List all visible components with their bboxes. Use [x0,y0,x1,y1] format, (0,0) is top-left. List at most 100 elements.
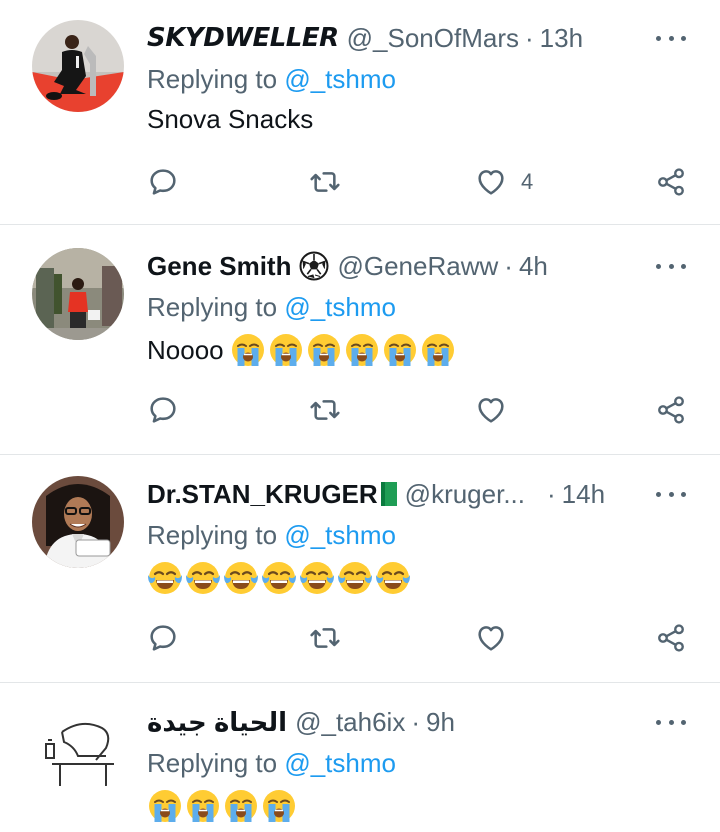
tears-of-joy-face-icon [223,560,259,596]
tweet-text: Noooo [147,332,456,368]
retweet-button[interactable] [309,160,341,204]
mention-link[interactable]: @_tshmo [284,292,396,322]
reply-icon [147,166,179,198]
divider [0,454,720,455]
more-icon[interactable] [656,710,686,734]
flag-icon [380,482,397,506]
tweet-text: Snova Snacks [147,104,313,135]
like-button[interactable]: 4 [475,160,533,204]
loudly-crying-face-icon [268,332,304,368]
tweet-header: الحياة جيدة @_tah6ix · 9h [147,700,455,744]
avatar[interactable] [32,20,124,112]
mention-link[interactable]: @_tshmo [284,520,396,550]
reply-tweet[interactable]: الحياة جيدة @_tah6ix · 9h Replying to @_… [0,684,720,832]
loudly-crying-face-icon [382,332,418,368]
loudly-crying-face-icon [344,332,380,368]
reply-button[interactable] [147,160,179,204]
timestamp[interactable]: 14h [562,479,605,510]
separator-dot: · [524,22,534,53]
tears-of-joy-face-icon [261,560,297,596]
retweet-button[interactable] [309,388,341,432]
tears-of-joy-face-icon [185,560,221,596]
user-handle[interactable]: @_tah6ix [295,707,405,738]
timestamp[interactable]: 9h [426,707,455,738]
like-icon [475,394,507,426]
user-handle[interactable]: @kruger... [405,479,525,510]
retweet-icon [309,394,341,426]
retweet-icon [309,622,341,654]
like-button[interactable] [475,388,507,432]
avatar[interactable] [32,248,124,340]
reply-icon [147,622,179,654]
mention-link[interactable]: @_tshmo [284,748,396,778]
mention-link[interactable]: @_tshmo [284,64,396,94]
soccer-ball-icon [299,251,329,281]
tears-of-joy-face-icon [375,560,411,596]
like-icon [475,166,507,198]
tears-of-joy-face-icon [147,560,183,596]
tweet-body-text: Snova Snacks [147,104,314,134]
separator-dot: · [504,250,513,281]
share-icon [655,394,687,426]
divider [0,682,720,683]
tweet-header: SKYDWELLER @_SonOfMars · 13h [147,16,583,60]
reply-button[interactable] [147,388,179,432]
timestamp[interactable]: 13h [540,23,583,54]
reply-button[interactable] [147,616,179,660]
replying-label: Replying to [147,292,278,322]
share-button[interactable] [655,388,687,432]
like-icon [475,622,507,654]
avatar[interactable] [32,476,124,568]
avatar[interactable] [32,704,124,796]
replying-label: Replying to [147,748,278,778]
display-name[interactable]: الحياة جيدة [147,707,287,738]
replying-to: Replying to @_tshmo [147,520,396,551]
timestamp[interactable]: 4h [519,251,548,282]
tweet-text [147,560,411,596]
separator-dot: · [411,706,420,737]
loudly-crying-face-icon [261,788,297,824]
user-handle[interactable]: @GeneRaww [337,251,498,282]
reply-feed: SKYDWELLER @_SonOfMars · 13h Replying to… [0,0,720,832]
replying-to: Replying to @_tshmo [147,64,396,95]
loudly-crying-face-icon [230,332,266,368]
retweet-icon [309,166,341,198]
replying-to: Replying to @_tshmo [147,292,396,323]
tweet-header: Dr.STAN_KRUGER @kruger... · 14h [147,472,605,516]
share-icon [655,622,687,654]
action-bar [147,616,692,660]
retweet-button[interactable] [309,616,341,660]
loudly-crying-face-icon [420,332,456,368]
more-icon[interactable] [656,254,686,278]
divider [0,224,720,225]
share-icon [655,166,687,198]
like-count: 4 [521,169,534,194]
reply-tweet[interactable]: Dr.STAN_KRUGER @kruger... · 14h Replying… [0,456,720,682]
more-icon[interactable] [656,26,686,50]
tweet-header: Gene Smith @GeneRaww · 4h [147,244,548,288]
like-button[interactable] [475,616,507,660]
emoji-row [230,332,456,368]
replying-label: Replying to [147,64,278,94]
display-name[interactable]: Gene Smith [147,251,291,282]
action-bar: 4 [147,160,692,204]
reply-tweet[interactable]: SKYDWELLER @_SonOfMars · 13h Replying to… [0,0,720,224]
tears-of-joy-face-icon [337,560,373,596]
display-name[interactable]: SKYDWELLER [147,23,339,53]
share-button[interactable] [655,160,687,204]
reply-icon [147,394,179,426]
display-name[interactable]: Dr.STAN_KRUGER [147,479,378,510]
replying-label: Replying to [147,520,278,550]
more-icon[interactable] [656,482,686,506]
loudly-crying-face-icon [223,788,259,824]
share-button[interactable] [655,616,687,660]
loudly-crying-face-icon [185,788,221,824]
replying-to: Replying to @_tshmo [147,748,396,779]
tears-of-joy-face-icon [299,560,335,596]
action-bar [147,388,692,432]
tweet-text [147,788,297,824]
user-handle[interactable]: @_SonOfMars [347,23,519,54]
reply-tweet[interactable]: Gene Smith @GeneRaww · 4h Replying to @_… [0,228,720,454]
emoji-row [147,788,297,824]
loudly-crying-face-icon [147,788,183,824]
